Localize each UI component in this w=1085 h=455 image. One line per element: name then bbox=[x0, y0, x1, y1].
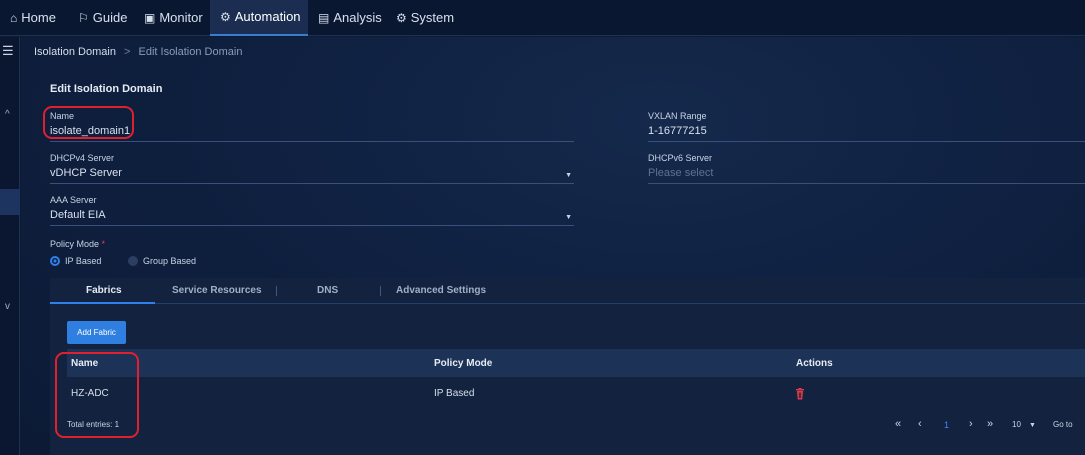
first-page-icon[interactable]: « bbox=[895, 418, 901, 430]
radio-checked-icon bbox=[50, 256, 60, 266]
table-row: HZ-ADC IP Based bbox=[67, 377, 1085, 407]
main-content: Isolation Domain > Edit Isolation Domain… bbox=[21, 37, 1085, 455]
aaa-server-underline bbox=[50, 225, 574, 226]
aaa-server-label: AAA Server bbox=[50, 195, 97, 205]
dhcpv4-server-select[interactable]: vDHCP Server bbox=[50, 167, 574, 182]
breadcrumb-separator: > bbox=[124, 46, 131, 58]
tab-divider bbox=[276, 286, 277, 296]
nav-analysis-label: Analysis bbox=[333, 10, 382, 25]
monitor-icon: ▣ bbox=[144, 10, 156, 25]
last-page-icon[interactable]: » bbox=[987, 418, 993, 430]
vxlan-range-field: VXLAN Range 1-16777215 bbox=[648, 111, 1085, 142]
delete-icon[interactable] bbox=[795, 388, 805, 400]
table-header: Name Policy Mode Actions bbox=[67, 349, 1085, 377]
dhcpv4-server-underline bbox=[50, 183, 574, 184]
breadcrumb-current: Edit Isolation Domain bbox=[138, 46, 243, 58]
fabric-panel: Fabrics Service Resources DNS Advanced S… bbox=[50, 278, 1085, 455]
menu-icon[interactable]: ☰ bbox=[2, 43, 14, 59]
nav-system-label: System bbox=[410, 10, 455, 25]
nav-guide[interactable]: ⚐ Guide bbox=[68, 0, 134, 36]
nav-monitor[interactable]: ▣ Monitor bbox=[134, 0, 210, 36]
policy-mode-label-text: Policy Mode bbox=[50, 239, 100, 249]
column-header-policy-mode[interactable]: Policy Mode bbox=[434, 358, 492, 369]
chevron-down-icon[interactable]: v bbox=[5, 301, 10, 312]
name-underline bbox=[50, 141, 574, 142]
vxlan-range-input[interactable]: 1-16777215 bbox=[648, 125, 1085, 140]
tab-service-resources[interactable]: Service Resources bbox=[172, 285, 262, 296]
radio-group-based-label: Group Based bbox=[143, 256, 197, 266]
sidebar-selected-item[interactable] bbox=[0, 189, 20, 215]
next-page-icon[interactable]: › bbox=[969, 418, 973, 430]
dhcpv6-server-field: DHCPv6 Server Please select bbox=[648, 153, 1085, 184]
dhcpv6-server-underline bbox=[648, 183, 1085, 184]
page-title: Edit Isolation Domain bbox=[50, 83, 163, 95]
name-column-highlight bbox=[55, 352, 139, 438]
current-page[interactable]: 1 bbox=[944, 420, 949, 430]
home-icon: ⌂ bbox=[10, 10, 18, 25]
required-mark: * bbox=[101, 239, 106, 249]
vxlan-range-underline bbox=[648, 141, 1085, 142]
tab-fabrics[interactable]: Fabrics bbox=[86, 285, 122, 296]
nav-system[interactable]: ⚙ System bbox=[386, 0, 460, 36]
dhcpv4-server-field: DHCPv4 Server vDHCP Server ▼ bbox=[50, 153, 574, 184]
dhcpv4-dropdown-arrow-icon[interactable]: ▼ bbox=[565, 172, 572, 179]
nav-monitor-label: Monitor bbox=[159, 10, 203, 25]
top-navigation: ⌂ Home ⚐ Guide ▣ Monitor ⚙ Automation ▤ … bbox=[0, 0, 1085, 36]
analysis-icon: ▤ bbox=[318, 10, 330, 25]
breadcrumb: Isolation Domain > Edit Isolation Domain bbox=[34, 46, 242, 58]
row-policy-mode: IP Based bbox=[434, 388, 475, 399]
nav-automation-label: Automation bbox=[234, 9, 301, 24]
aaa-server-field: AAA Server Default EIA ▼ bbox=[50, 195, 574, 226]
column-header-actions: Actions bbox=[796, 358, 833, 369]
nav-analysis[interactable]: ▤ Analysis bbox=[308, 0, 386, 36]
nav-automation[interactable]: ⚙ Automation bbox=[210, 0, 308, 36]
automation-icon: ⚙ bbox=[220, 9, 231, 24]
breadcrumb-root[interactable]: Isolation Domain bbox=[34, 46, 116, 58]
prev-page-icon[interactable]: ‹ bbox=[918, 418, 922, 430]
radio-ip-based[interactable]: IP Based bbox=[50, 256, 101, 266]
radio-group-based[interactable]: Group Based bbox=[128, 256, 196, 266]
nav-home[interactable]: ⌂ Home bbox=[0, 0, 68, 36]
policy-mode-label: Policy Mode * bbox=[50, 239, 105, 249]
system-icon: ⚙ bbox=[396, 10, 407, 25]
active-tab-indicator bbox=[50, 302, 155, 304]
page-size-dropdown-icon[interactable]: ▼ bbox=[1029, 422, 1036, 429]
guide-icon: ⚐ bbox=[78, 10, 89, 25]
radio-ip-based-label: IP Based bbox=[65, 256, 102, 266]
dhcpv6-server-label: DHCPv6 Server bbox=[648, 153, 713, 163]
aaa-dropdown-arrow-icon[interactable]: ▼ bbox=[565, 214, 572, 221]
aaa-server-select[interactable]: Default EIA bbox=[50, 209, 574, 224]
tab-dns[interactable]: DNS bbox=[317, 285, 338, 296]
vxlan-range-label: VXLAN Range bbox=[648, 111, 707, 121]
add-fabric-button[interactable]: Add Fabric bbox=[67, 321, 126, 344]
dhcpv6-server-select[interactable]: Please select bbox=[648, 167, 1085, 182]
goto-label: Go to bbox=[1053, 420, 1073, 429]
radio-unchecked-icon bbox=[128, 256, 138, 266]
chevron-up-icon[interactable]: ^ bbox=[5, 109, 10, 120]
tab-divider bbox=[380, 286, 381, 296]
page-size-select[interactable]: 10 bbox=[1012, 420, 1021, 429]
tab-advanced-settings[interactable]: Advanced Settings bbox=[396, 285, 486, 296]
dhcpv4-server-label: DHCPv4 Server bbox=[50, 153, 115, 163]
nav-home-label: Home bbox=[21, 10, 56, 25]
nav-guide-label: Guide bbox=[92, 10, 128, 25]
name-highlight bbox=[43, 106, 134, 139]
tab-bar: Fabrics Service Resources DNS Advanced S… bbox=[50, 278, 1085, 304]
left-sidebar: ☰ ^ v bbox=[0, 37, 20, 455]
